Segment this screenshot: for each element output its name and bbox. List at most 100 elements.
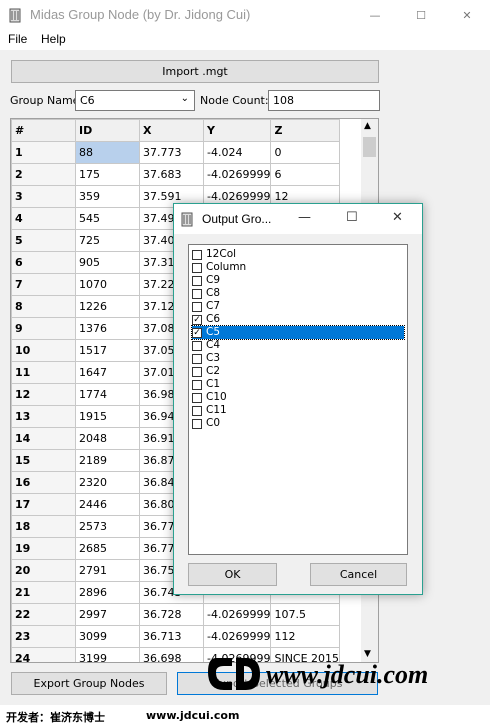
checkbox[interactable] <box>192 288 202 299</box>
scrollbar-thumb[interactable] <box>363 137 376 157</box>
group-checkbox-item[interactable]: C10 <box>192 391 404 404</box>
cell-index[interactable]: 15 <box>11 449 76 472</box>
table-row[interactable]: 23 3099 36.713 -4.0269999 112 <box>11 625 341 648</box>
cell-index[interactable]: 9 <box>11 317 76 340</box>
cell-id[interactable]: 545 <box>75 207 140 230</box>
cell-index[interactable]: 8 <box>11 295 76 318</box>
checkbox[interactable] <box>192 353 202 364</box>
cell-id[interactable]: 2685 <box>75 537 140 560</box>
cell-index[interactable]: 22 <box>11 603 76 626</box>
close-button[interactable]: ✕ <box>444 0 490 30</box>
cell-id[interactable]: 175 <box>75 163 140 186</box>
checkbox[interactable] <box>192 418 202 429</box>
cell-x[interactable]: 36.698 <box>139 647 204 662</box>
import-mgt-button[interactable]: Import .mgt <box>11 60 379 83</box>
group-checkbox-item[interactable]: C1 <box>192 378 404 391</box>
cell-id[interactable]: 1376 <box>75 317 140 340</box>
checkbox[interactable] <box>192 405 202 416</box>
col-header-x[interactable]: X <box>139 119 204 142</box>
cell-index[interactable]: 23 <box>11 625 76 648</box>
cell-id[interactable]: 2791 <box>75 559 140 582</box>
checkbox[interactable] <box>192 249 202 260</box>
cell-z[interactable]: 107.5 <box>270 603 341 626</box>
group-checkbox-item[interactable]: ✓ C6 <box>192 313 404 326</box>
cell-id[interactable]: 1070 <box>75 273 140 296</box>
cell-index[interactable]: 6 <box>11 251 76 274</box>
cell-index[interactable]: 19 <box>11 537 76 560</box>
checkbox[interactable] <box>192 275 202 286</box>
group-checkbox-item[interactable]: C2 <box>192 365 404 378</box>
cell-index[interactable]: 18 <box>11 515 76 538</box>
checkbox[interactable]: ✓ <box>192 314 202 325</box>
group-checkbox-item[interactable]: C4 <box>192 339 404 352</box>
cell-index[interactable]: 3 <box>11 185 76 208</box>
cell-id[interactable]: 1517 <box>75 339 140 362</box>
node-count-field[interactable]: 108 <box>268 90 380 111</box>
menu-help[interactable]: Help <box>41 32 66 46</box>
checkbox[interactable] <box>192 379 202 390</box>
cell-id[interactable]: 1647 <box>75 361 140 384</box>
cell-id[interactable]: 3099 <box>75 625 140 648</box>
cell-id[interactable]: 2446 <box>75 493 140 516</box>
col-header-id[interactable]: ID <box>75 119 140 142</box>
dialog-ok-button[interactable]: OK <box>188 563 277 586</box>
cell-id[interactable]: 905 <box>75 251 140 274</box>
group-checkbox-item[interactable]: C7 <box>192 300 404 313</box>
cell-index[interactable]: 1 <box>11 141 76 164</box>
cell-index[interactable]: 5 <box>11 229 76 252</box>
group-checkbox-item[interactable]: C0 <box>192 417 404 430</box>
checkbox[interactable]: ✓ <box>192 327 202 338</box>
group-checklist[interactable]: 12Col Column C9 C8 C7 ✓ C6 ✓ C5 C4 C3 C2 C1 C10 C11 C0 <box>188 244 408 555</box>
maximize-button[interactable]: ☐ <box>398 0 444 30</box>
checkbox[interactable] <box>192 301 202 312</box>
group-checkbox-item[interactable]: C8 <box>192 287 404 300</box>
cell-index[interactable]: 4 <box>11 207 76 230</box>
cell-y[interactable]: -4.0269999 <box>202 163 272 186</box>
cell-id[interactable]: 2997 <box>75 603 140 626</box>
scroll-up-icon[interactable]: ▲ <box>364 121 371 131</box>
dialog-cancel-button[interactable]: Cancel <box>310 563 407 586</box>
cell-z[interactable]: 6 <box>270 163 341 186</box>
group-checkbox-item[interactable]: ✓ C5 <box>191 325 405 340</box>
cell-id[interactable]: 359 <box>75 185 140 208</box>
dialog-close-button[interactable]: ✕ <box>392 210 403 225</box>
cell-id[interactable]: 1774 <box>75 383 140 406</box>
cell-id[interactable]: 88 <box>75 141 140 164</box>
checkbox[interactable] <box>192 392 202 403</box>
cell-x[interactable]: 36.728 <box>139 603 204 626</box>
cell-index[interactable]: 17 <box>11 493 76 516</box>
group-checkbox-item[interactable]: Column <box>192 261 404 274</box>
cell-index[interactable]: 10 <box>11 339 76 362</box>
cell-id[interactable]: 2320 <box>75 471 140 494</box>
group-name-select[interactable]: C6 ⌄ <box>75 90 195 111</box>
group-checkbox-item[interactable]: C11 <box>192 404 404 417</box>
cell-id[interactable]: 3199 <box>75 647 140 662</box>
checkbox[interactable] <box>192 340 202 351</box>
cell-index[interactable]: 16 <box>11 471 76 494</box>
checkbox[interactable] <box>192 262 202 273</box>
export-group-nodes-button[interactable]: Export Group Nodes <box>11 672 167 695</box>
table-row[interactable]: 22 2997 36.728 -4.0269999 107.5 <box>11 603 341 626</box>
cell-index[interactable]: 2 <box>11 163 76 186</box>
cell-index[interactable]: 12 <box>11 383 76 406</box>
dialog-minimize-button[interactable]: — <box>298 210 311 225</box>
cell-index[interactable]: 24 <box>11 647 76 662</box>
group-checkbox-item[interactable]: C3 <box>192 352 404 365</box>
cell-y[interactable]: -4.0269999 <box>202 603 272 626</box>
minimize-button[interactable]: — <box>352 0 398 30</box>
cell-index[interactable]: 14 <box>11 427 76 450</box>
cell-index[interactable]: 20 <box>11 559 76 582</box>
cell-index[interactable]: 11 <box>11 361 76 384</box>
col-header-z[interactable]: Z <box>270 119 341 142</box>
cell-id[interactable]: 725 <box>75 229 140 252</box>
cell-x[interactable]: 37.773 <box>139 141 204 164</box>
group-checkbox-item[interactable]: C9 <box>192 274 404 287</box>
dialog-maximize-button[interactable]: ☐ <box>346 210 358 225</box>
cell-id[interactable]: 2189 <box>75 449 140 472</box>
cell-id[interactable]: 1915 <box>75 405 140 428</box>
cell-id[interactable]: 2896 <box>75 581 140 604</box>
table-row[interactable]: 1 88 37.773 -4.024 0 <box>11 141 341 164</box>
cell-z[interactable]: 112 <box>270 625 341 648</box>
cell-y[interactable]: -4.024 <box>202 141 272 164</box>
cell-index[interactable]: 21 <box>11 581 76 604</box>
